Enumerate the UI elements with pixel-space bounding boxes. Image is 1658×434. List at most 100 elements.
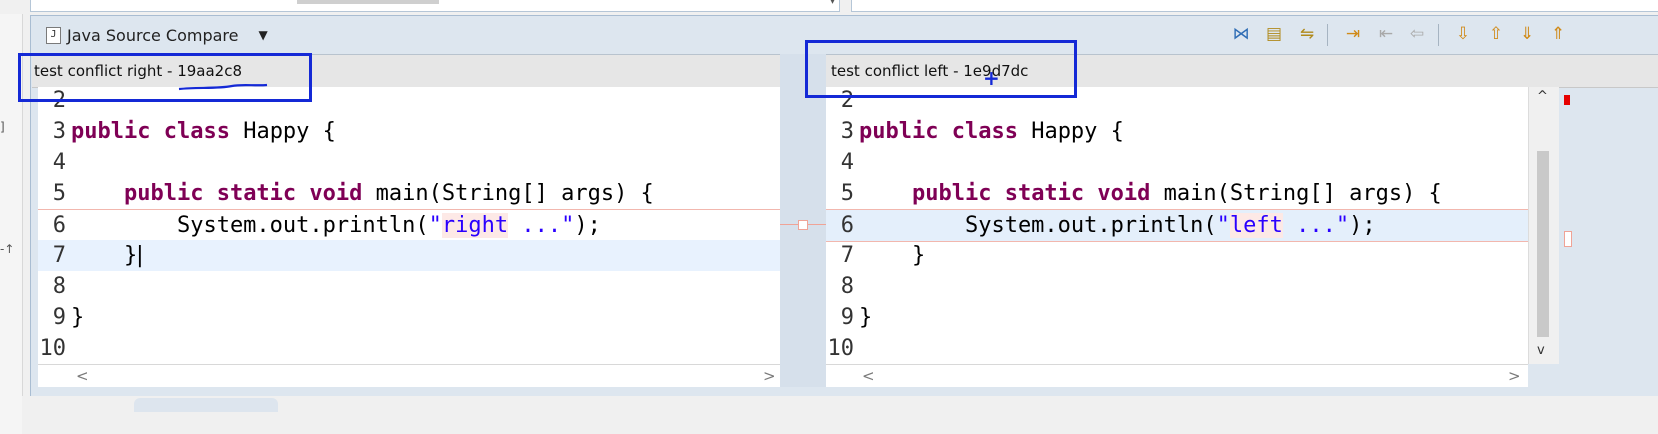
code-text: public class Happy { — [859, 116, 1124, 147]
code-text: public static void main(String[] args) { — [859, 178, 1442, 209]
toolbar-separator — [1438, 24, 1439, 46]
code-token: } — [71, 305, 85, 330]
line-number: 10 — [827, 336, 855, 361]
line-number: 5 — [52, 181, 66, 206]
code-token: } — [859, 305, 873, 330]
code-line[interactable]: 6 System.out.println("right ..."); — [38, 209, 780, 242]
code-token: public class — [71, 119, 230, 144]
annotation-box-left — [18, 53, 312, 102]
java-file-icon: J — [46, 26, 61, 44]
line-number: 9 — [52, 305, 66, 330]
code-line[interactable]: 3 public class Happy { — [38, 116, 780, 147]
code-text: }| — [71, 240, 147, 271]
top-scroll-down-icon[interactable]: ▾ — [830, 0, 835, 7]
viewer-title: Java Source Compare — [67, 25, 239, 45]
code-text: } — [859, 240, 925, 271]
copy-right-to-left-icon[interactable]: ⇤ — [1374, 22, 1398, 46]
annotation-underline — [178, 83, 268, 91]
code-token: " — [428, 213, 442, 238]
right-horizontal-scrollbar[interactable]: < > — [826, 364, 1528, 387]
toolbar-separator — [1327, 24, 1328, 46]
overview-ruler — [1560, 87, 1572, 364]
code-token: left — [1229, 213, 1283, 238]
code-line[interactable]: 10 — [826, 333, 1528, 364]
show-ancestor-icon[interactable]: ⇋ — [1295, 22, 1319, 46]
left-horizontal-scrollbar[interactable]: < > — [38, 364, 780, 387]
code-line[interactable]: 9} — [38, 302, 780, 333]
code-line[interactable]: 5 public static void main(String[] args)… — [826, 178, 1528, 209]
scroll-up-icon[interactable]: ^ — [1537, 89, 1548, 104]
annotation-box-right — [805, 40, 1077, 98]
code-line[interactable]: 8 — [38, 271, 780, 302]
code-line[interactable]: 8 — [826, 271, 1528, 302]
chevron-down-icon[interactable]: ▼ — [259, 28, 268, 42]
line-number: 4 — [840, 150, 854, 175]
code-token: Happy { — [229, 119, 336, 144]
line-number: 8 — [52, 274, 66, 299]
code-token: System.out.println( — [859, 213, 1217, 238]
next-change-icon[interactable]: ⇓ — [1515, 22, 1539, 46]
code-token: Happy { — [1017, 119, 1124, 144]
line-number: 7 — [840, 243, 854, 268]
line-number: 7 — [52, 243, 66, 268]
scroll-left-icon[interactable]: < — [76, 367, 89, 385]
code-line[interactable]: 3 public class Happy { — [826, 116, 1528, 147]
scroll-right-icon[interactable]: > — [1508, 367, 1521, 385]
code-line[interactable]: 6 System.out.println("left ..."); — [826, 209, 1528, 242]
scroll-down-icon[interactable]: v — [1537, 343, 1545, 358]
code-token: main(String[] args) { — [362, 181, 654, 206]
ignore-whitespace-icon[interactable]: ⋈ — [1229, 22, 1253, 46]
code-line[interactable]: 9} — [826, 302, 1528, 333]
previous-change-icon[interactable]: ⇑ — [1546, 22, 1570, 46]
previous-difference-icon[interactable]: ⇧ — [1484, 22, 1508, 46]
code-token: public static void — [123, 181, 363, 206]
show-ancestor-pane-icon[interactable]: ▤ — [1262, 22, 1286, 46]
line-number: 10 — [39, 336, 67, 361]
top-scroll-thumb[interactable] — [297, 0, 439, 4]
code-token: public static void — [911, 181, 1151, 206]
vertical-scroll-thumb[interactable] — [1537, 151, 1549, 337]
code-text: System.out.println("right ..."); — [71, 210, 601, 241]
code-token: public class — [859, 119, 1018, 144]
next-difference-icon[interactable]: ⇩ — [1451, 22, 1475, 46]
code-token: main(String[] args) { — [1150, 181, 1442, 206]
code-token: } — [859, 243, 926, 268]
code-token: ); — [574, 213, 601, 238]
code-line[interactable]: 7 } — [826, 240, 1528, 271]
code-token: " — [1216, 213, 1230, 238]
code-token: ..." — [508, 213, 575, 238]
text-caret: | — [133, 243, 147, 268]
viewer-selector[interactable]: J Java Source Compare ▼ — [46, 22, 268, 48]
code-text: } — [71, 302, 84, 333]
code-token: right — [441, 213, 509, 238]
code-text: } — [859, 302, 872, 333]
code-line[interactable]: 4 — [38, 147, 780, 178]
ruler-diff-marker[interactable] — [1564, 231, 1572, 247]
bracket-icon: ] — [0, 120, 5, 134]
copy-all-icon[interactable]: ⇦ — [1405, 22, 1429, 46]
code-line[interactable]: 4 — [826, 147, 1528, 178]
code-line[interactable]: 10 — [38, 333, 780, 364]
code-text: public class Happy { — [71, 116, 336, 147]
left-code-pane[interactable]: 2 3 public class Happy {4 5 public static v… — [38, 87, 780, 364]
code-token: } — [71, 243, 138, 268]
arrow-up-icon: -↑ — [0, 242, 15, 256]
code-line[interactable]: 5 public static void main(String[] args)… — [38, 178, 780, 209]
bottom-tab[interactable] — [134, 398, 278, 412]
line-number: 5 — [840, 181, 854, 206]
code-token: ..." — [1282, 213, 1350, 238]
code-line[interactable]: 7 }| — [38, 240, 780, 271]
scroll-left-icon[interactable]: < — [862, 367, 875, 385]
ruler-marker[interactable] — [1564, 95, 1570, 105]
copy-left-to-right-icon[interactable]: ⇥ — [1341, 22, 1365, 46]
code-text: public static void main(String[] args) { — [71, 178, 654, 209]
vertical-scrollbar[interactable]: ^ v — [1528, 87, 1559, 364]
code-text: System.out.println("left ..."); — [859, 210, 1376, 241]
diff-connector-handle[interactable] — [798, 220, 808, 230]
line-number: 6 — [840, 213, 854, 238]
scroll-right-icon[interactable]: > — [763, 367, 776, 385]
line-number: 9 — [840, 305, 854, 330]
right-code-pane[interactable]: 2 3 public class Happy {4 5 public static v… — [826, 87, 1528, 364]
